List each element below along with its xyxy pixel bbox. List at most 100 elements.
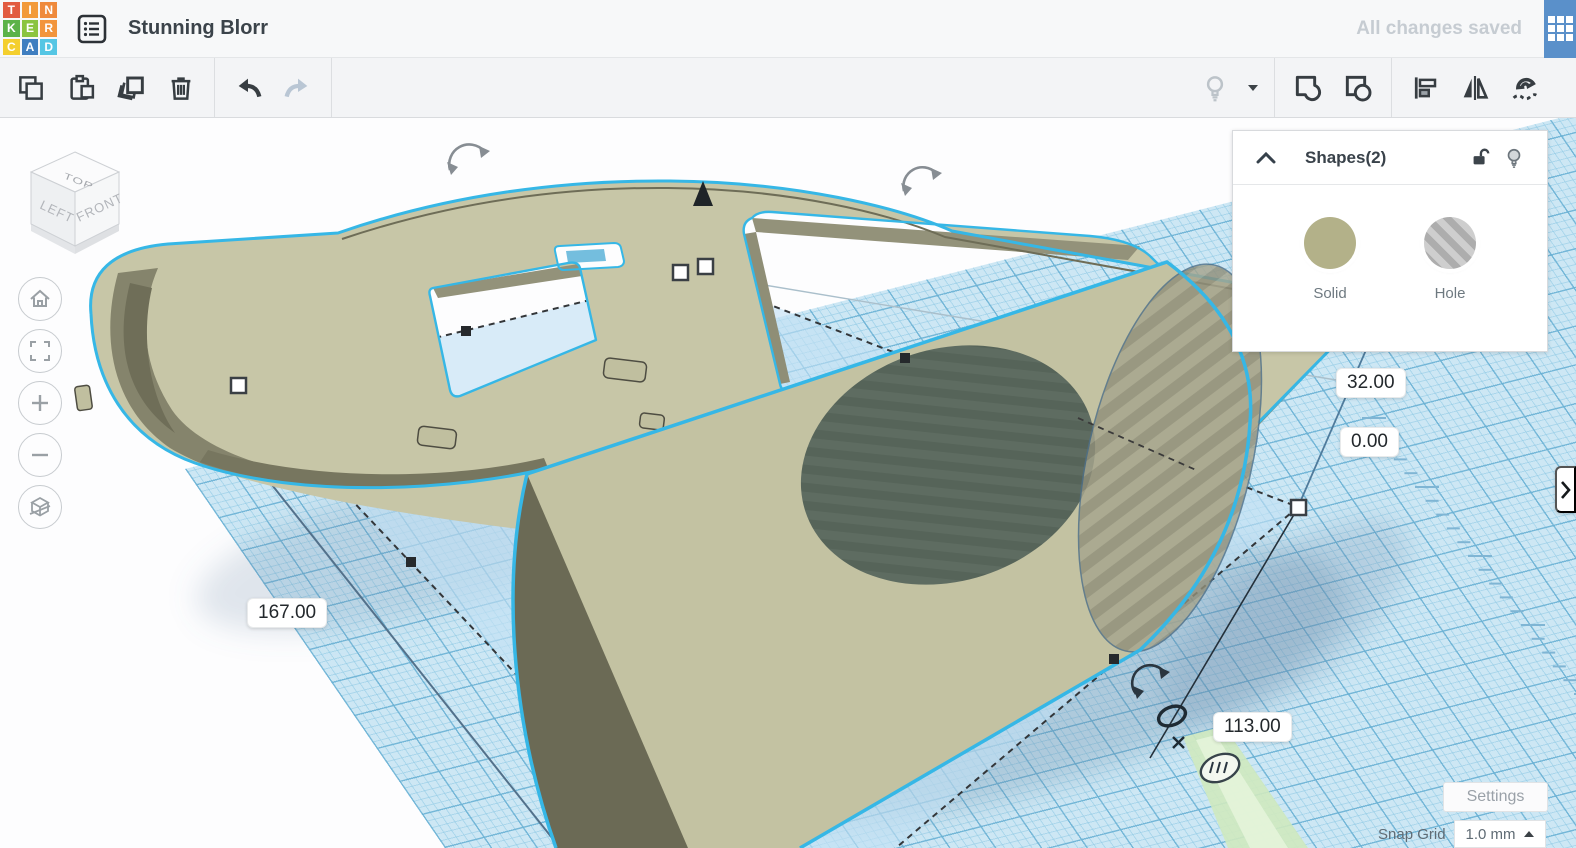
view-controls <box>18 277 62 529</box>
home-view-button[interactable] <box>18 277 62 321</box>
edge-handle[interactable] <box>406 557 416 567</box>
snap-grid-value: 1.0 mm <box>1465 825 1516 843</box>
shapes-panel-body: Solid Hole <box>1233 185 1547 302</box>
show-all-dropdown[interactable] <box>1240 58 1266 117</box>
settings-button[interactable]: Settings <box>1443 782 1548 812</box>
shapes-panel-header: Shapes(2) <box>1233 131 1547 185</box>
apps-grid-button[interactable] <box>1544 0 1576 58</box>
chevron-right-icon <box>1561 480 1571 499</box>
logo-letter: N <box>40 1 57 19</box>
duplicate-icon <box>117 76 144 100</box>
edge-handle[interactable] <box>461 326 471 336</box>
height-dimension-field[interactable]: 32.00 <box>1336 368 1406 398</box>
snap-grid-control: Snap Grid 1.0 mm <box>1378 820 1546 848</box>
viewport: 167.00 32.00 0.00 113.00 TOP LEFT FRONT <box>0 118 1576 848</box>
align-icon <box>1414 76 1437 99</box>
scale-handle-left[interactable] <box>229 376 248 395</box>
toolbar-separator <box>1274 58 1275 117</box>
logo-letter: E <box>21 20 39 37</box>
show-all-button[interactable] <box>1190 58 1240 117</box>
rotate-handle[interactable] <box>447 143 490 175</box>
toolbar-separator <box>214 58 215 117</box>
lock-button[interactable] <box>1463 141 1497 175</box>
mirror-icon <box>1463 75 1489 100</box>
paste-icon <box>70 74 95 100</box>
view-cube[interactable]: TOP LEFT FRONT <box>12 138 142 268</box>
copy-button[interactable] <box>6 58 56 117</box>
ungroup-icon <box>1345 75 1372 101</box>
home-icon <box>30 289 50 307</box>
solid-option[interactable]: Solid <box>1304 217 1356 302</box>
grid-icon <box>1547 16 1573 41</box>
hide-button[interactable] <box>1497 141 1531 175</box>
rotate-handle[interactable] <box>901 165 942 196</box>
base-dimension-field[interactable]: 0.00 <box>1340 427 1399 457</box>
hole-label: Hole <box>1434 285 1466 302</box>
shapes-panel: Shapes(2) Solid Hole <box>1232 130 1548 352</box>
duplicate-button[interactable] <box>106 58 156 117</box>
shapes-panel-title: Shapes(2) <box>1305 147 1387 167</box>
logo-letter: C <box>3 38 20 56</box>
collapse-panel-button[interactable] <box>1249 141 1283 175</box>
ungroup-button[interactable] <box>1333 58 1383 117</box>
group-button[interactable] <box>1283 58 1333 117</box>
lightbulb-icon <box>1507 148 1521 168</box>
fit-view-button[interactable] <box>18 329 62 373</box>
minus-icon <box>32 453 48 457</box>
logo-letter: R <box>40 20 57 37</box>
tinkercad-logo[interactable]: T I N K E R C A D <box>2 1 58 57</box>
chevron-up-icon <box>1256 151 1276 163</box>
depth-dimension-field[interactable]: 113.00 <box>1213 712 1292 742</box>
unlock-icon <box>1473 148 1490 164</box>
delete-button[interactable] <box>156 58 206 117</box>
design-title[interactable]: Stunning Blorr <box>128 17 268 40</box>
perspective-cube-icon <box>29 496 51 517</box>
undo-button[interactable] <box>223 58 273 117</box>
top-bar: T I N K E R C A D Stunning Blorr All cha… <box>0 0 1576 58</box>
edge-handle[interactable] <box>1109 654 1119 664</box>
zoom-in-button[interactable] <box>18 381 62 425</box>
logo-letter: K <box>3 20 20 37</box>
magnet-icon <box>1512 77 1537 100</box>
caret-up-icon <box>1523 831 1534 837</box>
solid-label: Solid <box>1313 285 1347 302</box>
snap-grid-select[interactable]: 1.0 mm <box>1453 820 1546 848</box>
toolbar-separator <box>1391 58 1392 117</box>
toolbar-separator <box>331 58 332 117</box>
width-dimension-field[interactable]: 167.00 <box>247 598 328 628</box>
copy-icon <box>19 75 43 100</box>
scale-handle-top[interactable] <box>671 263 690 282</box>
hole-option[interactable]: Hole <box>1424 217 1476 302</box>
trash-icon <box>171 76 191 100</box>
mirror-button[interactable] <box>1450 58 1500 117</box>
plus-icon <box>32 395 48 411</box>
logo-letter: I <box>21 1 39 19</box>
logo-letter: T <box>3 1 20 19</box>
logo-letter: A <box>21 38 39 56</box>
scale-handle-right[interactable] <box>1289 498 1308 517</box>
caret-down-icon <box>1248 84 1258 91</box>
edge-handle[interactable] <box>900 353 910 363</box>
redo-icon <box>284 78 308 97</box>
logo-letter: D <box>40 38 57 56</box>
align-button[interactable] <box>1400 58 1450 117</box>
solid-swatch[interactable] <box>1304 217 1356 269</box>
zoom-out-button[interactable] <box>18 433 62 477</box>
snap-magnet-button[interactable] <box>1500 58 1550 117</box>
hole-swatch[interactable] <box>1424 217 1476 269</box>
fit-view-icon <box>30 341 50 361</box>
list-menu-icon <box>77 14 107 43</box>
snap-grid-label: Snap Grid <box>1378 825 1446 843</box>
redo-button[interactable] <box>273 58 323 117</box>
lightbulb-icon <box>1206 75 1224 101</box>
save-status: All changes saved <box>1356 17 1522 39</box>
edit-toolbar <box>0 58 1576 118</box>
undo-icon <box>238 78 262 97</box>
height-scale-handle[interactable] <box>696 257 715 276</box>
expand-sidebar-tab[interactable] <box>1555 466 1576 513</box>
ruler-strip <box>1183 726 1308 848</box>
group-icon <box>1295 75 1322 101</box>
perspective-toggle-button[interactable] <box>18 485 62 529</box>
design-menu-button[interactable] <box>70 7 114 51</box>
paste-button[interactable] <box>56 58 106 117</box>
